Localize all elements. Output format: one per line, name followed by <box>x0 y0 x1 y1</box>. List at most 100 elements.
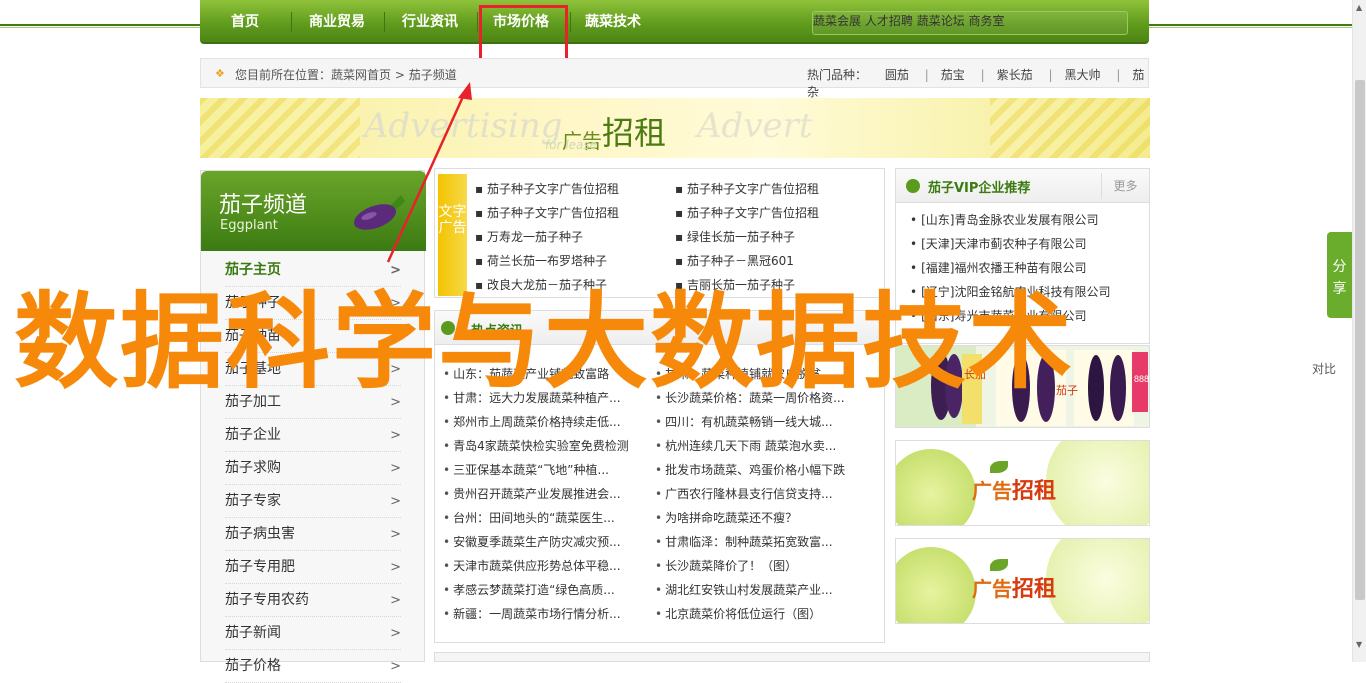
nav-divider <box>477 12 478 32</box>
news-link[interactable]: 北京蔬菜价将低位运行（图） <box>655 605 821 622</box>
bullet-circle-icon <box>906 179 920 193</box>
hot-variety-link[interactable]: 圆茄 <box>885 68 909 82</box>
news-link[interactable]: 广西农行隆林县支行信贷支持... <box>655 485 832 502</box>
text-ad-link[interactable]: ▪ 绿佳长茄一茄子种子 <box>675 228 795 245</box>
sidebar-item-purchase[interactable]: 茄子求购 > <box>225 452 401 485</box>
chevron-right-icon: > <box>390 494 401 509</box>
breadcrumb: ❖ 您目前所在位置：蔬菜网首页 > 茄子频道 热门品种： 圆茄 | 茄宝 | 紫长茄… <box>200 58 1149 99</box>
breadcrumb-separator: > <box>394 68 405 82</box>
hot-variety-link[interactable]: 茄宝 <box>941 68 965 82</box>
side-ad-1[interactable]: 广告招租 <box>895 440 1150 526</box>
breadcrumb-home-link[interactable]: 蔬菜网首页 <box>331 68 391 82</box>
highlight-annotation-box <box>479 5 568 66</box>
main-nav: 首页 商业贸易 行业资讯 市场价格 蔬菜技术 蔬菜会展 人才招聘 蔬菜论坛 商务… <box>200 0 1149 44</box>
text-ads-panel: 文字广告 ▪ 茄子种子文字广告位招租 ▪ 茄子种子文字广告位招租 ▪ 万寿龙一茄… <box>434 168 885 298</box>
news-link[interactable]: 三亚保基本蔬菜“飞地”种植... <box>443 461 609 478</box>
news-link[interactable]: 批发市场蔬菜、鸡蛋价格小幅下跌 <box>655 461 845 478</box>
text-ad-link[interactable]: ▪ 茄子种子文字广告位招租 <box>675 204 819 221</box>
text-ad-link[interactable]: ▪ 荷兰长茄一布罗塔种子 <box>475 252 607 269</box>
leaf-icon <box>990 559 1008 571</box>
nav-industry-news[interactable]: 行业资讯 <box>392 0 468 44</box>
chevron-right-icon: > <box>390 593 401 608</box>
nav-right-links: 蔬菜会展 人才招聘 蔬菜论坛 商务室 <box>812 11 1128 35</box>
sidebar-item-enterprises[interactable]: 茄子企业 > <box>225 419 401 452</box>
chevron-right-icon: > <box>390 659 401 674</box>
banner-text-en-2: Advert <box>697 106 813 146</box>
news-link[interactable]: 甘肃临泽：制种蔬菜拓宽致富... <box>655 533 832 550</box>
product-label: 888 <box>1134 374 1149 384</box>
vip-header: 茄子VIP企业推荐 更多 <box>896 169 1149 203</box>
chevron-right-icon: > <box>390 428 401 443</box>
news-link[interactable]: 郑州市上周蔬菜价格持续走低... <box>443 413 620 430</box>
text-ad-link[interactable]: ▪ 茄子种子文字广告位招租 <box>675 180 819 197</box>
bottom-tabs[interactable] <box>434 652 1150 662</box>
nav-divider <box>570 12 571 32</box>
nav-trade[interactable]: 商业贸易 <box>300 0 374 44</box>
hot-varieties: 热门品种： 圆茄 | 茄宝 | 紫长茄 | 黑大帅 | 茄杂 <box>807 68 1145 99</box>
hot-variety-link[interactable]: 紫长茄 <box>997 68 1033 82</box>
breadcrumb-path: 您目前所在位置：蔬菜网首页 > 茄子频道 <box>235 66 457 83</box>
chevron-right-icon: > <box>390 626 401 641</box>
nav-divider <box>384 12 385 32</box>
text-ad-link[interactable]: ▪ 万寿龙一茄子种子 <box>475 228 583 245</box>
nav-expo-link[interactable]: 蔬菜会展 <box>813 14 861 28</box>
nav-business-link[interactable]: 商务室 <box>969 14 1005 28</box>
banner-stripe <box>990 98 1150 158</box>
text-ad-link[interactable]: ▪ 茄子种子文字广告位招租 <box>475 180 619 197</box>
vip-company-link[interactable]: [天津]天津市蓟农种子有限公司 <box>910 235 1086 252</box>
news-link[interactable]: 杭州连续几天下雨 蔬菜泡水卖... <box>655 437 836 454</box>
sidebar-title: 茄子频道 <box>219 193 308 218</box>
news-link[interactable]: 新疆：一周蔬菜市场行情分析... <box>443 605 620 622</box>
text-ad-link[interactable]: ▪ 茄子种子文字广告位招租 <box>475 204 619 221</box>
news-link[interactable]: 为啥拼命吃蔬菜还不瘦？ <box>655 509 797 526</box>
banner-text-en: Advertising <box>364 106 563 146</box>
nav-home[interactable]: 首页 <box>212 0 278 44</box>
share-button[interactable]: 分享 <box>1327 232 1352 318</box>
side-ad-2[interactable]: 广告招租 <box>895 538 1150 624</box>
sidebar-item-experts[interactable]: 茄子专家 > <box>225 485 401 518</box>
news-link[interactable]: 孝感云梦蔬菜打造“绿色高质... <box>443 581 615 598</box>
news-link[interactable]: 天津市蔬菜供应形势总体平稳... <box>443 557 620 574</box>
ad-banner[interactable]: Advertising 广告招租 for lease Advert <box>200 98 1150 158</box>
vip-company-link[interactable]: [山东]青岛金脉农业发展有限公司 <box>910 211 1098 228</box>
banner-stripe <box>200 98 360 158</box>
vip-title: 茄子VIP企业推荐 <box>928 181 1031 196</box>
text-ad-link[interactable]: ▪ 茄子种子－黑冠601 <box>675 252 794 269</box>
text-ads-label: 文字广告 <box>438 174 467 296</box>
scroll-up-icon[interactable]: ▲ <box>1356 3 1362 12</box>
news-link[interactable]: 安徽夏季蔬菜生产防灾减灾预... <box>443 533 620 550</box>
news-link[interactable]: 贵州召开蔬菜产业发展推进会... <box>443 485 620 502</box>
sidebar-item-pests[interactable]: 茄子病虫害 > <box>225 518 401 551</box>
news-link[interactable]: 湖北红安铁山村发展蔬菜产业... <box>655 581 832 598</box>
sidebar-item-fertilizer[interactable]: 茄子专用肥 > <box>225 551 401 584</box>
chevron-right-icon: > <box>390 560 401 575</box>
chevron-right-icon: > <box>390 527 401 542</box>
channel-sidebar: 茄子频道 Eggplant 茄子主页 > 茄子种子 > 茄子种苗 > 茄子基地 > 茄子… <box>200 170 426 683</box>
sidebar-subtitle: Eggplant <box>220 218 278 233</box>
scroll-down-icon[interactable]: ▼ <box>1356 640 1362 649</box>
sidebar-item-news[interactable]: 茄子新闻 > <box>225 617 401 650</box>
nav-divider <box>291 12 292 32</box>
breadcrumb-prefix: 您目前所在位置： <box>235 68 332 82</box>
sidebar-item-prices[interactable]: 茄子价格 > <box>225 650 401 683</box>
news-link[interactable]: 四川：有机蔬菜畅销一线大城... <box>655 413 832 430</box>
side-ad-text: 广告招租 <box>972 479 1057 504</box>
more-link[interactable]: 更多 <box>1101 173 1149 199</box>
nav-forum-link[interactable]: 蔬菜论坛 <box>917 14 965 28</box>
hot-variety-link[interactable]: 黑大帅 <box>1065 68 1101 82</box>
nav-jobs-link[interactable]: 人才招聘 <box>865 14 913 28</box>
news-link[interactable]: 青岛4家蔬菜快检实验室免费检测 <box>443 437 629 454</box>
scrollbar-thumb[interactable] <box>1355 80 1365 600</box>
sidebar-item-pesticide[interactable]: 茄子专用农药 > <box>225 584 401 617</box>
news-link[interactable]: 台州：田间地头的“蔬菜医生... <box>443 509 615 526</box>
page-scrollbar[interactable]: ▲ ▼ <box>1352 0 1366 662</box>
news-link[interactable]: 长沙蔬菜降价了！（图） <box>655 557 797 574</box>
eggplant-icon <box>353 195 405 230</box>
compare-link[interactable]: 对比 <box>1312 360 1336 377</box>
vip-company-link[interactable]: [福建]福州农播王种苗有限公司 <box>910 259 1086 276</box>
side-ad-text: 广告招租 <box>972 577 1057 602</box>
nav-vegetable-tech[interactable]: 蔬菜技术 <box>576 0 650 44</box>
banner-text-sub: for lease <box>545 138 598 152</box>
breadcrumb-current[interactable]: 茄子频道 <box>409 68 457 82</box>
hot-varieties-label: 热门品种： <box>807 68 868 82</box>
